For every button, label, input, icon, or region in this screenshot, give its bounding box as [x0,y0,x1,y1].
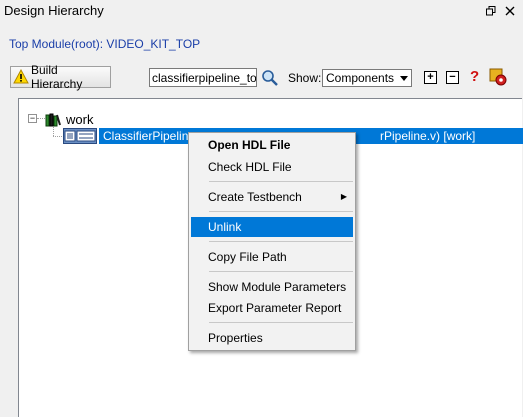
context-menu: Open HDL File Check HDL File Create Test… [188,132,356,351]
tree-line [53,136,62,137]
tree-expander[interactable]: − [28,114,37,123]
menu-item-export-parameter-report[interactable]: Export Parameter Report [191,298,353,318]
menu-item-properties[interactable]: Properties [191,328,353,348]
menu-separator [209,211,353,212]
menu-item-check-hdl-file[interactable]: Check HDL File [191,157,353,177]
menu-separator [209,181,353,182]
tree-line [37,118,45,119]
build-hierarchy-button[interactable]: Build Hierarchy [10,63,111,91]
menu-item-show-module-parameters[interactable]: Show Module Parameters [191,277,353,297]
show-label: Show: [288,71,322,85]
settings-icon[interactable] [489,68,507,86]
tree-item-work[interactable]: work [66,112,93,127]
search-icon[interactable] [261,69,279,87]
menu-item-open-hdl-file[interactable]: Open HDL File [191,135,353,155]
menu-item-create-testbench[interactable]: Create Testbench ▶ [191,187,353,207]
tree-item-module-file: rPipeline.v) [work] [380,129,476,143]
dropdown-arrow-icon[interactable] [396,70,411,86]
submenu-arrow-icon: ▶ [340,192,347,201]
show-select-value: Components [326,71,395,85]
window-title: Design Hierarchy [4,3,104,18]
warning-icon [13,68,29,85]
menu-item-create-testbench-label: Create Testbench [208,190,302,204]
close-icon[interactable] [502,3,518,19]
menu-separator [209,271,353,272]
menu-item-copy-file-path[interactable]: Copy File Path [191,247,353,267]
menu-separator [209,322,353,323]
restore-icon[interactable] [483,3,499,19]
expand-icon[interactable]: + [424,71,437,84]
tree-line [53,127,54,136]
menu-item-unlink[interactable]: Unlink [191,217,353,237]
menu-separator [209,241,353,242]
help-icon[interactable]: ? [470,68,479,85]
top-module-label: Top Module(root): VIDEO_KIT_TOP [9,37,201,51]
show-select[interactable]: Components [322,69,412,87]
library-icon [45,111,61,127]
tree-item-module-name: ClassifierPipeline [103,129,196,143]
search-input[interactable] [149,68,257,87]
hdl-file-icon [63,128,97,144]
build-hierarchy-label: Build Hierarchy [31,63,83,91]
title-bar: Design Hierarchy [0,0,523,22]
collapse-icon[interactable]: − [446,71,459,84]
